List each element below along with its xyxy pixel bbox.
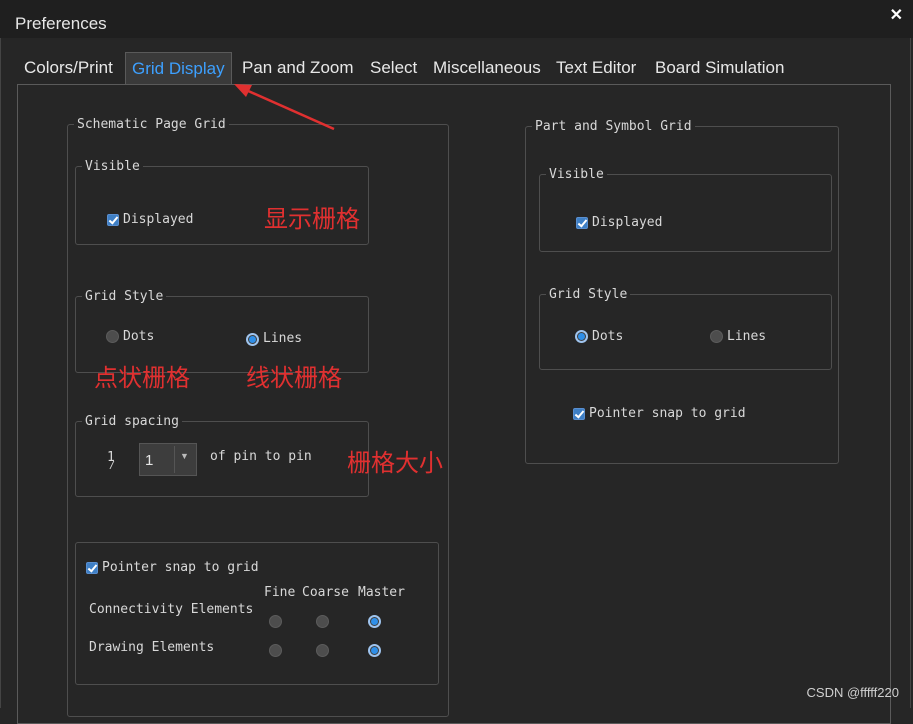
arrow-shaft bbox=[245, 88, 335, 131]
watermark: CSDN @fffff220 bbox=[806, 685, 899, 700]
annotation-arrow bbox=[234, 84, 335, 131]
